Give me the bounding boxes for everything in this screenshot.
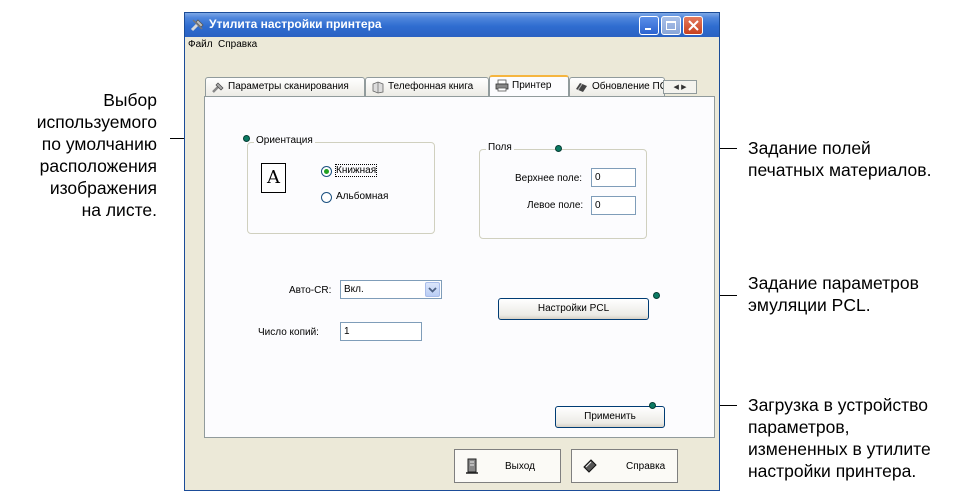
tab-label: Параметры сканирования <box>228 81 349 92</box>
pcl-settings-button[interactable]: Настройки PCL <box>498 298 649 320</box>
update-icon <box>576 83 587 92</box>
chevron-down-icon <box>428 287 437 293</box>
dropdown-button[interactable] <box>425 282 440 297</box>
orientation-legend: Ориентация <box>254 135 315 146</box>
auto-cr-value: Вкл. <box>344 284 364 295</box>
callout-dot-pcl <box>653 292 660 299</box>
callout-dot-apply <box>649 402 656 409</box>
copies-input[interactable]: 1 <box>340 322 422 341</box>
auto-cr-label: Авто-CR: <box>289 285 332 296</box>
exit-button[interactable]: Выход <box>454 449 561 483</box>
printer-icon <box>495 79 509 92</box>
tab-scan-settings[interactable]: Параметры сканирования <box>205 77 365 96</box>
menu-file[interactable]: Файл <box>188 39 213 50</box>
exit-label: Выход <box>505 461 535 472</box>
tools-icon <box>212 82 224 93</box>
help-book-icon <box>583 459 597 473</box>
radio-landscape[interactable] <box>321 192 332 203</box>
callout-pcl: Задание параметров эмуляции PCL. <box>748 273 919 315</box>
tools-icon <box>190 19 204 32</box>
title-bar[interactable]: Утилита настройки принтера <box>185 13 719 37</box>
left-margin-label: Левое поле: <box>527 200 584 211</box>
callout-orientation: Выбор используемого по умолчанию располо… <box>36 90 157 220</box>
portrait-orientation-icon: A <box>261 163 286 193</box>
tab-update[interactable]: Обновление ПО <box>569 77 665 96</box>
margins-legend: Поля <box>486 142 514 153</box>
callout-dot-orientation <box>243 135 250 142</box>
menu-help[interactable]: Справка <box>218 39 257 50</box>
top-margin-input[interactable]: 0 <box>591 168 636 187</box>
tab-label: Обновление ПО <box>592 81 665 92</box>
help-button[interactable]: Справка <box>571 449 678 483</box>
margins-group <box>479 149 647 239</box>
phonebook-icon <box>372 81 384 94</box>
callout-apply: Загрузка в устройство параметров, измене… <box>748 395 931 481</box>
callout-dot-margins <box>555 145 562 152</box>
apply-button[interactable]: Применить <box>555 406 665 428</box>
auto-cr-select[interactable]: Вкл. <box>340 280 442 299</box>
tab-label: Принтер <box>512 80 552 91</box>
printer-settings-window: Утилита настройки принтера Файл Справка … <box>184 12 720 491</box>
printer-tab-panel: Ориентация A Книжная Альбомная Поля Верх… <box>204 96 715 438</box>
left-margin-input[interactable]: 0 <box>591 196 636 215</box>
exit-icon <box>466 458 478 474</box>
close-button[interactable] <box>683 16 703 35</box>
tab-phonebook[interactable]: Телефонная книга <box>365 77 489 96</box>
tab-printer[interactable]: Принтер <box>489 75 569 97</box>
radio-portrait[interactable] <box>321 166 332 177</box>
tab-scroll-buttons[interactable]: ◀ ▶ <box>663 80 697 94</box>
tab-label: Телефонная книга <box>388 81 474 92</box>
radio-landscape-label[interactable]: Альбомная <box>336 191 388 202</box>
close-icon <box>688 20 699 31</box>
top-margin-label: Верхнее поле: <box>515 173 583 184</box>
menu-bar: Файл Справка <box>185 37 719 55</box>
help-label: Справка <box>626 461 666 472</box>
radio-portrait-label[interactable]: Книжная <box>334 164 378 177</box>
callout-margins: Задание полей печатных материалов. <box>748 138 932 180</box>
copies-label: Число копий: <box>258 327 319 338</box>
maximize-button[interactable] <box>661 16 681 35</box>
minimize-button[interactable] <box>639 16 659 35</box>
window-title: Утилита настройки принтера <box>209 17 382 31</box>
